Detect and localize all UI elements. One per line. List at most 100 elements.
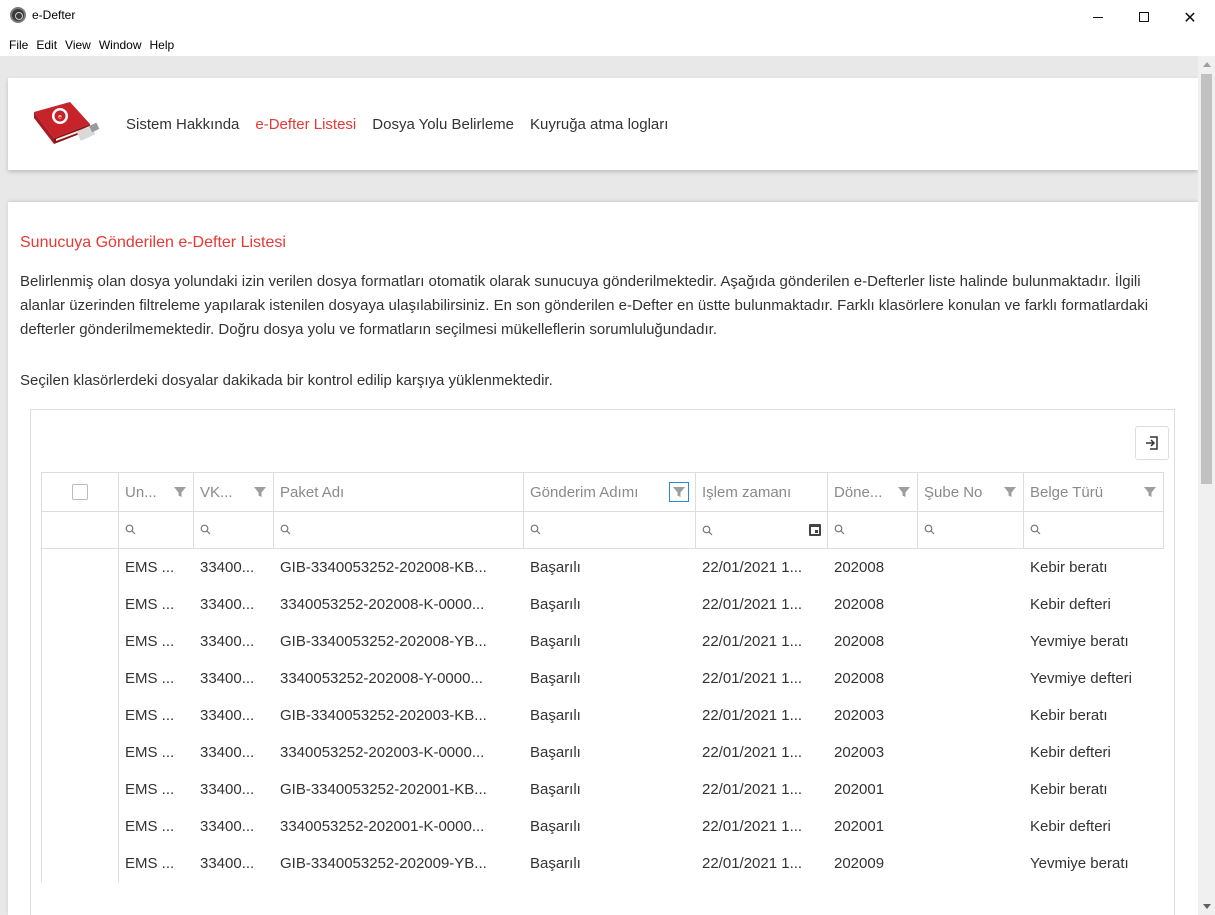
cell-paket-adi: 3340053252-202001-K-0000...	[280, 817, 485, 835]
cell-paket-adi: 3340053252-202008-Y-0000...	[280, 669, 483, 687]
search-icon	[1030, 524, 1041, 534]
row-select-cell[interactable]	[41, 844, 119, 882]
page-viewport: e Sistem Hakkında e-Defter Listesi Dosya…	[0, 56, 1215, 915]
menu-bar: File Edit View Window Help	[0, 34, 1215, 56]
table-row[interactable]: EMS ... 33400... 3340053252-202003-K-0000.…	[41, 733, 1164, 771]
funnel-icon[interactable]	[173, 485, 187, 499]
scroll-down-icon[interactable]	[1203, 904, 1211, 909]
filter-input-donem[interactable]	[827, 511, 918, 549]
filter-input-vkn[interactable]	[193, 511, 274, 549]
table-body: EMS ... 33400... GIB-3340053252-202008-KB.…	[41, 548, 1164, 882]
cell-paket-adi: GIB-3340053252-202001-KB...	[280, 780, 487, 798]
table-row[interactable]: EMS ... 33400... GIB-3340053252-202009-YB.…	[41, 844, 1164, 882]
table-row[interactable]: EMS ... 33400... 3340053252-202001-K-0000.…	[41, 807, 1164, 845]
cell-vkn: 33400...	[200, 743, 255, 761]
column-header-paket-adi[interactable]: Paket Adı	[273, 472, 524, 512]
table-row[interactable]: EMS ... 33400... GIB-3340053252-202008-YB.…	[41, 622, 1164, 660]
top-strip	[8, 56, 1198, 78]
select-all-cell	[41, 472, 119, 512]
row-select-cell[interactable]	[41, 622, 119, 660]
cell-gonderim-adimi: Başarılı	[530, 817, 581, 835]
column-header-gonderim-adimi[interactable]: Gönderim Adımı	[523, 472, 696, 512]
column-header-donem[interactable]: Döne...	[827, 472, 918, 512]
cell-islem-zamani: 22/01/2021 1...	[702, 706, 803, 724]
page-title: Sunucuya Gönderilen e-Defter Listesi	[20, 234, 286, 251]
row-select-cell[interactable]	[41, 548, 119, 586]
app-logo-icon: e	[34, 102, 100, 144]
cell-gonderim-adimi: Başarılı	[530, 632, 581, 650]
calendar-icon[interactable]	[809, 524, 821, 536]
table-row[interactable]: EMS ... 33400... 3340053252-202008-K-0000.…	[41, 585, 1164, 623]
table-row[interactable]: EMS ... 33400... GIB-3340053252-202008-KB.…	[41, 548, 1164, 586]
minimize-button[interactable]	[1075, 4, 1121, 30]
table-row[interactable]: EMS ... 33400... 3340053252-202008-Y-0000.…	[41, 659, 1164, 697]
scroll-up-icon[interactable]	[1203, 62, 1211, 67]
cell-belge-turu: Kebir beratı	[1030, 706, 1108, 724]
cell-sube-no	[918, 697, 1024, 734]
maximize-button[interactable]	[1121, 4, 1167, 30]
column-header-unvan[interactable]: Un...	[118, 472, 194, 512]
cell-unvan: EMS ...	[125, 854, 175, 872]
cell-donem: 202003	[834, 706, 885, 724]
close-icon: ✕	[1183, 7, 1197, 27]
nav-item-dosya-yolu[interactable]: Dosya Yolu Belirleme	[372, 116, 514, 133]
filter-input-sube-no[interactable]	[917, 511, 1024, 549]
cell-paket-adi: 3340053252-202003-K-0000...	[280, 743, 485, 761]
table-row[interactable]: EMS ... 33400... GIB-3340053252-202003-KB.…	[41, 696, 1164, 734]
page-note: Seçilen klasörlerdeki dosyalar dakikada …	[20, 372, 553, 389]
row-select-cell[interactable]	[41, 807, 119, 845]
row-select-cell[interactable]	[41, 696, 119, 734]
column-header-belge-turu[interactable]: Belge Türü	[1023, 472, 1164, 512]
select-all-checkbox[interactable]	[72, 484, 88, 500]
cell-islem-zamani: 22/01/2021 1...	[702, 854, 803, 872]
funnel-icon[interactable]	[897, 485, 911, 499]
scroll-thumb[interactable]	[1201, 74, 1212, 484]
filter-row	[41, 511, 1164, 549]
filter-input-islem-zamani[interactable]	[695, 511, 828, 549]
cell-unvan: EMS ...	[125, 632, 175, 650]
row-select-cell[interactable]	[41, 770, 119, 808]
row-select-cell[interactable]	[41, 585, 119, 623]
cell-islem-zamani: 22/01/2021 1...	[702, 632, 803, 650]
menu-window[interactable]: Window	[95, 38, 146, 52]
cell-donem: 202003	[834, 743, 885, 761]
cell-sube-no	[918, 586, 1024, 623]
close-button[interactable]: ✕	[1167, 4, 1213, 30]
funnel-icon[interactable]	[1003, 485, 1017, 499]
column-header-islem-zamani[interactable]: Işlem zamanı	[695, 472, 828, 512]
nav-item-sistem-hakkinda[interactable]: Sistem Hakkında	[126, 116, 239, 133]
cell-donem: 202008	[834, 595, 885, 613]
table-row[interactable]: EMS ... 33400... GIB-3340053252-202001-KB.…	[41, 770, 1164, 808]
cell-paket-adi: GIB-3340053252-202008-KB...	[280, 558, 487, 576]
menu-view[interactable]: View	[61, 38, 95, 52]
filter-input-paket-adi[interactable]	[273, 511, 524, 549]
cell-donem: 202008	[834, 558, 885, 576]
filter-input-belge-turu[interactable]	[1023, 511, 1164, 549]
search-icon	[280, 524, 291, 534]
app-icon	[10, 7, 26, 23]
page-description: Belirlenmiş olan dosya yolundaki izin ve…	[20, 273, 1149, 338]
minimize-icon	[1093, 16, 1103, 18]
cell-unvan: EMS ...	[125, 743, 175, 761]
funnel-icon[interactable]	[1143, 485, 1157, 499]
column-header-vkn[interactable]: VK...	[193, 472, 274, 512]
search-icon	[834, 524, 845, 534]
row-select-cell[interactable]	[41, 733, 119, 771]
nav-item-kuyruk-loglari[interactable]: Kuyruğa atma logları	[530, 116, 668, 133]
menu-edit[interactable]: Edit	[32, 38, 61, 52]
export-button[interactable]	[1135, 426, 1169, 460]
cell-paket-adi: GIB-3340053252-202008-YB...	[280, 632, 487, 650]
cell-belge-turu: Kebir beratı	[1030, 558, 1108, 576]
menu-file[interactable]: File	[5, 38, 32, 52]
funnel-icon[interactable]	[253, 485, 267, 499]
menu-help[interactable]: Help	[146, 38, 179, 52]
filter-input-unvan[interactable]	[118, 511, 194, 549]
active-filter-button[interactable]	[669, 482, 689, 502]
vertical-scrollbar[interactable]	[1198, 56, 1215, 915]
cell-sube-no	[918, 623, 1024, 660]
row-select-cell[interactable]	[41, 659, 119, 697]
nav-item-edefter-listesi[interactable]: e-Defter Listesi	[255, 116, 356, 133]
column-header-sube-no[interactable]: Şube No	[917, 472, 1024, 512]
filter-input-gonderim-adimi[interactable]	[523, 511, 696, 549]
cell-donem: 202008	[834, 632, 885, 650]
